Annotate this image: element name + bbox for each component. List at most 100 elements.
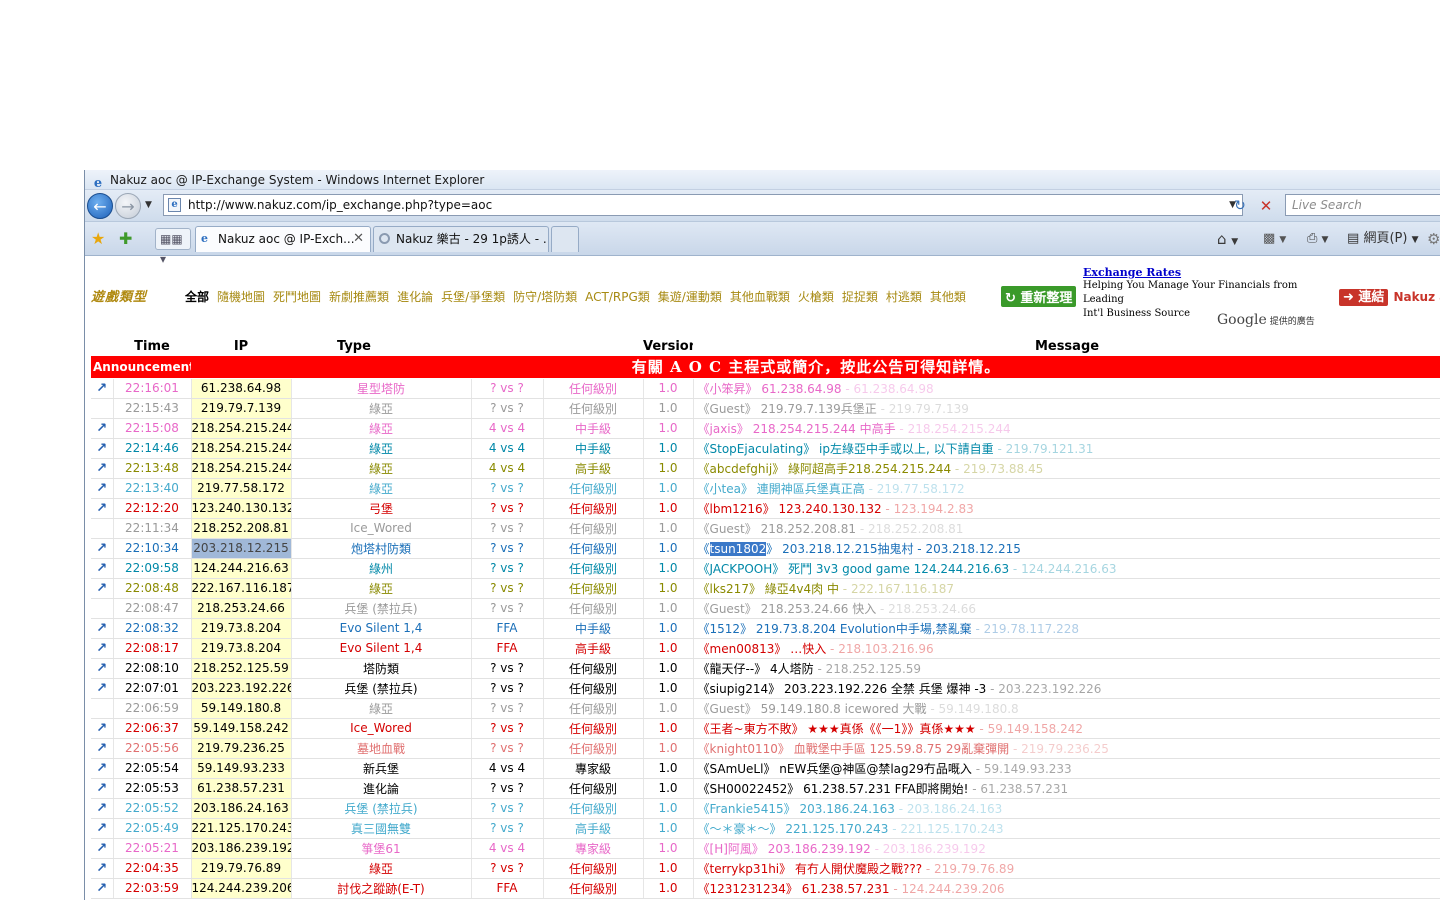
row-ip[interactable]: 219.73.8.204	[191, 618, 292, 639]
search-input[interactable]: Live Search	[1285, 194, 1440, 216]
announcement-row[interactable]: Announcement 有關 A O C 主程式或簡介，按此公告可得知詳情。	[91, 356, 1440, 379]
row-ip[interactable]: 218.252.125.59	[191, 658, 292, 679]
runner-icon[interactable]: ↗	[96, 561, 107, 576]
table-row[interactable]: ↗ 22:09:58 124.244.216.63 綠州? vs ? 任何級別 1.0 《J…	[91, 558, 1440, 579]
msg-user[interactable]: 龍天仔--	[710, 662, 755, 676]
msg-user[interactable]: knight0110	[710, 742, 778, 756]
table-row[interactable]: ↗ 22:08:17 219.73.8.204 Evo Silent 1,4 FFA 高手…	[91, 638, 1440, 659]
runner-icon[interactable]: ↗	[96, 441, 107, 456]
category-filter[interactable]: 兵堡/爭堡類	[441, 290, 505, 304]
row-message[interactable]: 《SAmUeLl》 nEW兵堡@神區@禁lag29冇品嘅入 - 59.149.9…	[693, 758, 1440, 779]
msg-user[interactable]: Frankie5415	[710, 802, 784, 816]
table-row[interactable]: ↗ 22:05:21 203.186.239.192 箏堡61 4 vs 4 專家級 1.0…	[91, 838, 1440, 859]
category-filter[interactable]: 集遊/運動類	[658, 290, 722, 304]
msg-user[interactable]: 1231231234	[710, 882, 786, 896]
category-filter[interactable]: 其他血戰類	[730, 290, 790, 304]
row-ip[interactable]: 222.167.116.187	[191, 578, 292, 599]
category-filter[interactable]: 火槍類	[798, 290, 834, 304]
row-message[interactable]: 《knight0110》 血戰堡中手區 125.59.8.75 29亂棄彈開 -…	[693, 738, 1440, 759]
msg-user[interactable]: Guest	[710, 702, 745, 716]
table-row[interactable]: ↗ 22:08:48 222.167.116.187 綠亞? vs ? 任何級別 1.0 《…	[91, 578, 1440, 599]
table-row[interactable]: ↗ 22:14:46 218.254.215.244 綠亞 4 vs 4 中手級 1.0 《S…	[91, 438, 1440, 459]
row-ip[interactable]: 221.125.170.243	[191, 818, 292, 839]
stop-icon[interactable]: ✕	[1255, 196, 1277, 216]
msg-user[interactable]: Guest	[710, 602, 745, 616]
row-ip[interactable]: 61.238.64.98	[191, 378, 292, 399]
close-tab-icon[interactable]: ✕	[353, 227, 364, 251]
row-ip[interactable]: 203.223.192.226	[191, 678, 292, 699]
msg-user[interactable]: StopEjaculating	[710, 442, 804, 456]
msg-user[interactable]: SH00022452	[710, 782, 788, 796]
row-ip[interactable]: 218.254.215.244	[191, 418, 292, 439]
row-ip[interactable]: 219.79.76.89	[191, 858, 292, 879]
refresh-icon[interactable]: ↻	[1229, 196, 1251, 216]
quick-tabs-button[interactable]: ▦▦ ▾	[155, 228, 191, 266]
row-message[interactable]: 《JACKPOOH》 死鬥 3v3 good game 124.244.216.…	[693, 558, 1440, 579]
link-button[interactable]: ➜ 連結	[1339, 289, 1389, 306]
runner-icon[interactable]: ↗	[96, 841, 107, 856]
category-filter[interactable]: 新劇推薦類	[329, 290, 389, 304]
msg-user[interactable]: 王者~東方不敗	[710, 722, 792, 736]
recent-pages-dropdown-icon[interactable]: ▼	[145, 200, 152, 210]
table-row[interactable]: ↗ 22:13:40 219.77.58.172 綠亞? vs ? 任何級別 1.0 《小t…	[91, 478, 1440, 499]
refresh-button[interactable]: ↻ 重新整理	[1001, 286, 1077, 307]
row-message[interactable]: 《小tea》 連開神區兵堡真正高 - 219.77.58.172	[693, 478, 1440, 499]
runner-icon[interactable]: ↗	[96, 821, 107, 836]
table-row[interactable]: ↗ 22:06:37 59.149.158.242 Ice_Wored? vs ? 任何…	[91, 718, 1440, 739]
category-filter[interactable]: 村逃類	[886, 290, 922, 304]
new-tab-button[interactable]	[551, 226, 579, 252]
row-ip[interactable]: 218.253.24.66	[191, 598, 292, 619]
row-ip[interactable]: 219.73.8.204	[191, 638, 292, 659]
msg-user[interactable]: lks217	[710, 582, 749, 596]
row-ip[interactable]: 218.254.215.244	[191, 458, 292, 479]
link-text[interactable]: Nakuz a	[1393, 290, 1440, 304]
msg-user[interactable]: men00813	[710, 642, 775, 656]
address-bar[interactable]: e http://www.nakuz.com/ip_exchange.php?t…	[163, 194, 1243, 216]
table-row[interactable]: ↗ 22:07:01 203.223.192.226 兵堡 (禁拉兵)? vs ? 任何…	[91, 678, 1440, 699]
row-message[interactable]: 《Frankie5415》 203.186.24.163 - 203.186.2…	[693, 798, 1440, 819]
row-ip[interactable]: 59.149.180.8	[191, 698, 292, 719]
table-row[interactable]: ↗ 22:12:20 123.240.130.132 弓堡? vs ? 任何級別 1.0 《…	[91, 498, 1440, 519]
category-filter[interactable]: 全部	[185, 290, 209, 304]
runner-icon[interactable]: ↗	[96, 881, 107, 896]
runner-icon[interactable]: ↗	[96, 681, 107, 696]
category-filter[interactable]: 隨機地圖	[217, 290, 265, 304]
table-row[interactable]: ↗ 22:05:52 203.186.24.163 兵堡 (禁拉兵)? vs ? 任何級…	[91, 798, 1440, 819]
row-message[interactable]: 《jaxis》 218.254.215.244 中高手 - 218.254.21…	[693, 418, 1440, 439]
table-row[interactable]: 22:08:47 218.253.24.66 兵堡 (禁拉兵)? vs ? 任何級別 1…	[91, 598, 1440, 619]
msg-user[interactable]: tsun1802	[709, 541, 767, 556]
runner-icon[interactable]: ↗	[96, 421, 107, 436]
table-row[interactable]: ↗ 22:05:49 221.125.170.243 真三國無雙? vs ? 高手級 1.…	[91, 818, 1440, 839]
row-message[interactable]: 《龍天仔--》 4人塔防 - 218.252.125.59	[693, 658, 1440, 679]
announcement-text[interactable]: 有關 A O C 主程式或簡介，按此公告可得知詳情。	[191, 356, 1440, 379]
row-message[interactable]: 《[H]阿風》 203.186.239.192 - 203.186.239.19…	[693, 838, 1440, 859]
row-ip[interactable]: 219.79.236.25	[191, 738, 292, 759]
favorites-star-icon[interactable]: ★	[91, 230, 105, 248]
runner-icon[interactable]: ↗	[96, 541, 107, 556]
runner-icon[interactable]: ↗	[96, 641, 107, 656]
runner-icon[interactable]: ↗	[96, 721, 107, 736]
category-filter[interactable]: 捉捉類	[842, 290, 878, 304]
row-ip[interactable]: 59.149.158.242	[191, 718, 292, 739]
msg-user[interactable]: abcdefghij	[710, 462, 773, 476]
row-message[interactable]: 《1512》 219.73.8.204 Evolution中手場,禁亂棄 - 2…	[693, 618, 1440, 639]
msg-user[interactable]: SAmUeLl	[710, 762, 764, 776]
msg-user[interactable]: terrykp31hi	[710, 862, 780, 876]
row-ip[interactable]: 219.77.58.172	[191, 478, 292, 499]
back-button[interactable]: ←	[87, 193, 113, 219]
row-message[interactable]: 《～＊豪＊～》 221.125.170.243 - 221.125.170.24…	[693, 818, 1440, 839]
row-message[interactable]: 《tsun1802》 203.218.12.215抽鬼村 - 203.218.1…	[693, 538, 1440, 559]
feeds-icon[interactable]: ▩ ▼	[1263, 230, 1286, 249]
category-filter[interactable]: 死鬥地圖	[273, 290, 321, 304]
msg-user[interactable]: [H]阿風	[710, 842, 752, 856]
row-message[interactable]: 《Guest》 218.252.208.81 - 218.252.208.81	[693, 518, 1440, 539]
page-menu[interactable]: ▤ 網頁(P) ▼	[1347, 230, 1418, 249]
table-row[interactable]: ↗ 22:08:10 218.252.125.59 塔防類? vs ? 任何級別 1.0 《…	[91, 658, 1440, 679]
row-ip[interactable]: 219.79.7.139	[191, 398, 292, 419]
row-ip[interactable]: 203.186.24.163	[191, 798, 292, 819]
row-ip[interactable]: 61.238.57.231	[191, 778, 292, 799]
runner-icon[interactable]: ↗	[96, 501, 107, 516]
category-filter[interactable]: 進化論	[397, 290, 433, 304]
row-message[interactable]: 《小笨昇》 61.238.64.98 - 61.238.64.98	[693, 378, 1440, 399]
row-message[interactable]: 《lks217》 綠亞4v4肉 中 - 222.167.116.187	[693, 578, 1440, 599]
